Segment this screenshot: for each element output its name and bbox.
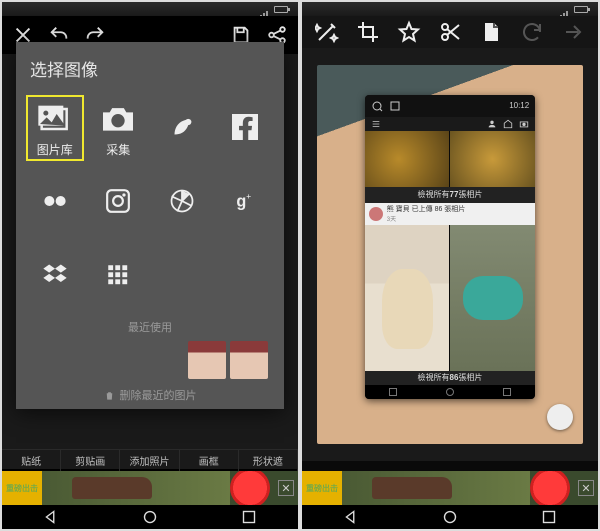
recent-row: [26, 341, 274, 379]
dropbox-icon: [35, 255, 75, 295]
editor-toolbar: [302, 16, 598, 48]
nav-home-icon[interactable]: [139, 506, 161, 528]
ad-image: [342, 471, 530, 505]
google-icon: g+: [225, 181, 265, 221]
tab-stickers[interactable]: 贴纸: [2, 450, 61, 471]
inner-bar-2: 檢視所有 86 張相片: [365, 371, 535, 385]
flickr-icon: [35, 181, 75, 221]
left-phone: 选择图像 图片库 采集: [2, 2, 298, 529]
ad-tag: 重磅出击: [302, 471, 342, 505]
source-picasa[interactable]: [153, 169, 211, 235]
tab-cliparts[interactable]: 剪贴画: [61, 450, 120, 471]
camera-icon: [98, 99, 138, 139]
svg-text:g: g: [237, 192, 247, 210]
recent-thumb[interactable]: [188, 341, 226, 379]
forward-icon[interactable]: [561, 21, 585, 43]
source-google[interactable]: g+: [217, 169, 275, 235]
ad-cta-icon: [230, 471, 270, 505]
page-icon[interactable]: [479, 21, 503, 43]
tab-frames[interactable]: 画框: [180, 450, 239, 471]
source-capture[interactable]: 采集: [90, 95, 148, 161]
source-dropbox[interactable]: [26, 243, 84, 309]
system-navbar: [2, 505, 298, 529]
choose-image-dialog: 选择图像 图片库 采集: [16, 42, 284, 409]
nav-back-icon[interactable]: [340, 506, 362, 528]
overlay-layer[interactable]: 10:12 檢視所有 77 張相片: [365, 95, 535, 399]
source-pixabay[interactable]: [153, 95, 211, 161]
ad-close-button[interactable]: ✕: [278, 480, 294, 496]
scissors-icon[interactable]: [438, 21, 462, 43]
editor-stage[interactable]: 10:12 檢視所有 77 張相片: [302, 48, 598, 461]
inner-navbar: [365, 385, 535, 399]
source-instagram[interactable]: [90, 169, 148, 235]
ad-image: [42, 471, 230, 505]
star-icon[interactable]: [397, 21, 421, 43]
source-more[interactable]: [90, 243, 148, 309]
ad-cta-icon: [530, 471, 570, 505]
inner-user-row: 熊 寶貝 已上傳 86 張相片 3天: [365, 203, 535, 225]
status-bar: [2, 2, 298, 16]
inner-photo: [365, 131, 450, 187]
nav-back-icon[interactable]: [40, 506, 62, 528]
dialog-title: 选择图像: [26, 56, 274, 81]
refresh-icon[interactable]: [520, 21, 544, 43]
nav-home-icon[interactable]: [439, 506, 461, 528]
recent-thumb[interactable]: [230, 341, 268, 379]
ad-tag: 重磅出击: [2, 471, 42, 505]
source-grid: 图片库 采集 g+: [26, 95, 274, 309]
delete-recent-button[interactable]: 删除最近的图片: [26, 387, 274, 403]
right-phone: 10:12 檢視所有 77 張相片: [302, 2, 598, 529]
ad-close-button[interactable]: ✕: [578, 480, 594, 496]
picasa-icon: [162, 181, 202, 221]
inner-status-time: 10:12: [509, 101, 529, 110]
source-gallery[interactable]: 图片库: [26, 95, 84, 161]
system-navbar: [302, 505, 598, 529]
tab-shape-mask[interactable]: 形状遮: [239, 450, 298, 471]
status-bar: [302, 2, 598, 16]
inner-bar-1: 檢視所有 77 張相片: [365, 187, 535, 203]
source-label: 图片库: [37, 141, 73, 158]
base-photo: 10:12 檢視所有 77 張相片: [317, 65, 583, 445]
nav-recent-icon[interactable]: [238, 506, 260, 528]
avatar: [369, 207, 383, 221]
source-facebook[interactable]: [217, 95, 275, 161]
source-label: 采集: [106, 141, 130, 158]
leaf-icon: [162, 107, 202, 147]
facebook-icon: [225, 107, 265, 147]
magic-wand-icon[interactable]: [315, 21, 339, 43]
inner-photo: [450, 225, 535, 371]
inner-photo: [365, 225, 450, 371]
rotate-handle[interactable]: [547, 404, 573, 430]
gallery-icon: [35, 99, 75, 139]
bottom-tabs: 贴纸 剪贴画 添加照片 画框 形状遮: [2, 449, 298, 471]
grid-icon: [98, 255, 138, 295]
ad-banner[interactable]: 重磅出击 ✕: [302, 471, 598, 505]
inner-photo: [450, 131, 535, 187]
inner-topbar: 10:12: [365, 95, 535, 117]
tab-add-photo[interactable]: 添加照片: [120, 450, 179, 471]
recent-header: 最近使用: [26, 319, 274, 335]
crop-icon[interactable]: [356, 21, 380, 43]
nav-recent-icon[interactable]: [538, 506, 560, 528]
source-flickr[interactable]: [26, 169, 84, 235]
svg-text:+: +: [246, 191, 251, 201]
ad-banner[interactable]: 重磅出击 ✕: [2, 471, 298, 505]
instagram-icon: [98, 181, 138, 221]
